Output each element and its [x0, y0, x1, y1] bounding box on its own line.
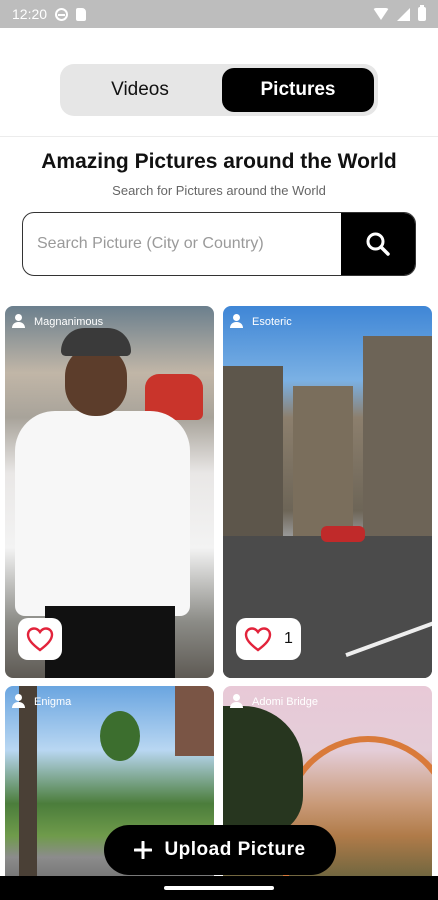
divider — [0, 136, 438, 137]
picture-author: Adomi Bridge — [229, 694, 318, 709]
search-button[interactable] — [341, 213, 415, 275]
vpn-icon — [55, 7, 69, 21]
user-icon — [229, 694, 244, 709]
pictures-grid: Magnanimous Esoteric 1 Enigma Adomi Brid… — [5, 306, 434, 900]
system-nav-bar — [0, 876, 438, 900]
search-bar — [22, 212, 416, 276]
signal-icon — [397, 7, 410, 21]
sd-card-icon — [76, 7, 87, 21]
author-name: Magnanimous — [34, 315, 104, 328]
heart-icon — [26, 627, 54, 652]
search-input[interactable] — [23, 213, 341, 275]
picture-author: Magnanimous — [11, 314, 103, 329]
plus-icon — [134, 841, 153, 859]
picture-card[interactable]: Magnanimous — [5, 306, 214, 678]
tab-pictures[interactable]: Pictures — [222, 68, 374, 112]
author-name: Esoteric — [252, 315, 292, 328]
picture-card[interactable]: Esoteric 1 — [223, 306, 432, 678]
upload-picture-button[interactable]: Upload Picture — [104, 825, 336, 875]
picture-author: Esoteric — [229, 314, 292, 329]
tab-videos[interactable]: Videos — [64, 68, 216, 112]
status-bar: 12:20 — [0, 0, 438, 28]
page-subtitle: Search for Pictures around the World — [112, 183, 326, 198]
author-name: Enigma — [34, 695, 72, 708]
user-icon — [11, 314, 26, 329]
user-icon — [229, 314, 244, 329]
status-time: 12:20 — [12, 6, 48, 22]
search-icon — [366, 232, 390, 256]
like-count: 1 — [284, 630, 293, 647]
like-button[interactable] — [18, 618, 62, 660]
home-handle[interactable] — [164, 886, 274, 890]
wifi-icon — [373, 8, 389, 20]
picture-author: Enigma — [11, 694, 71, 709]
page-title: Amazing Pictures around the World — [41, 150, 397, 173]
battery-icon — [418, 5, 426, 21]
media-type-toggle: Videos Pictures — [60, 64, 378, 116]
heart-icon — [244, 627, 272, 652]
like-button[interactable]: 1 — [236, 618, 301, 660]
author-name: Adomi Bridge — [252, 695, 319, 708]
upload-label: Upload Picture — [164, 839, 306, 860]
user-icon — [11, 694, 26, 709]
